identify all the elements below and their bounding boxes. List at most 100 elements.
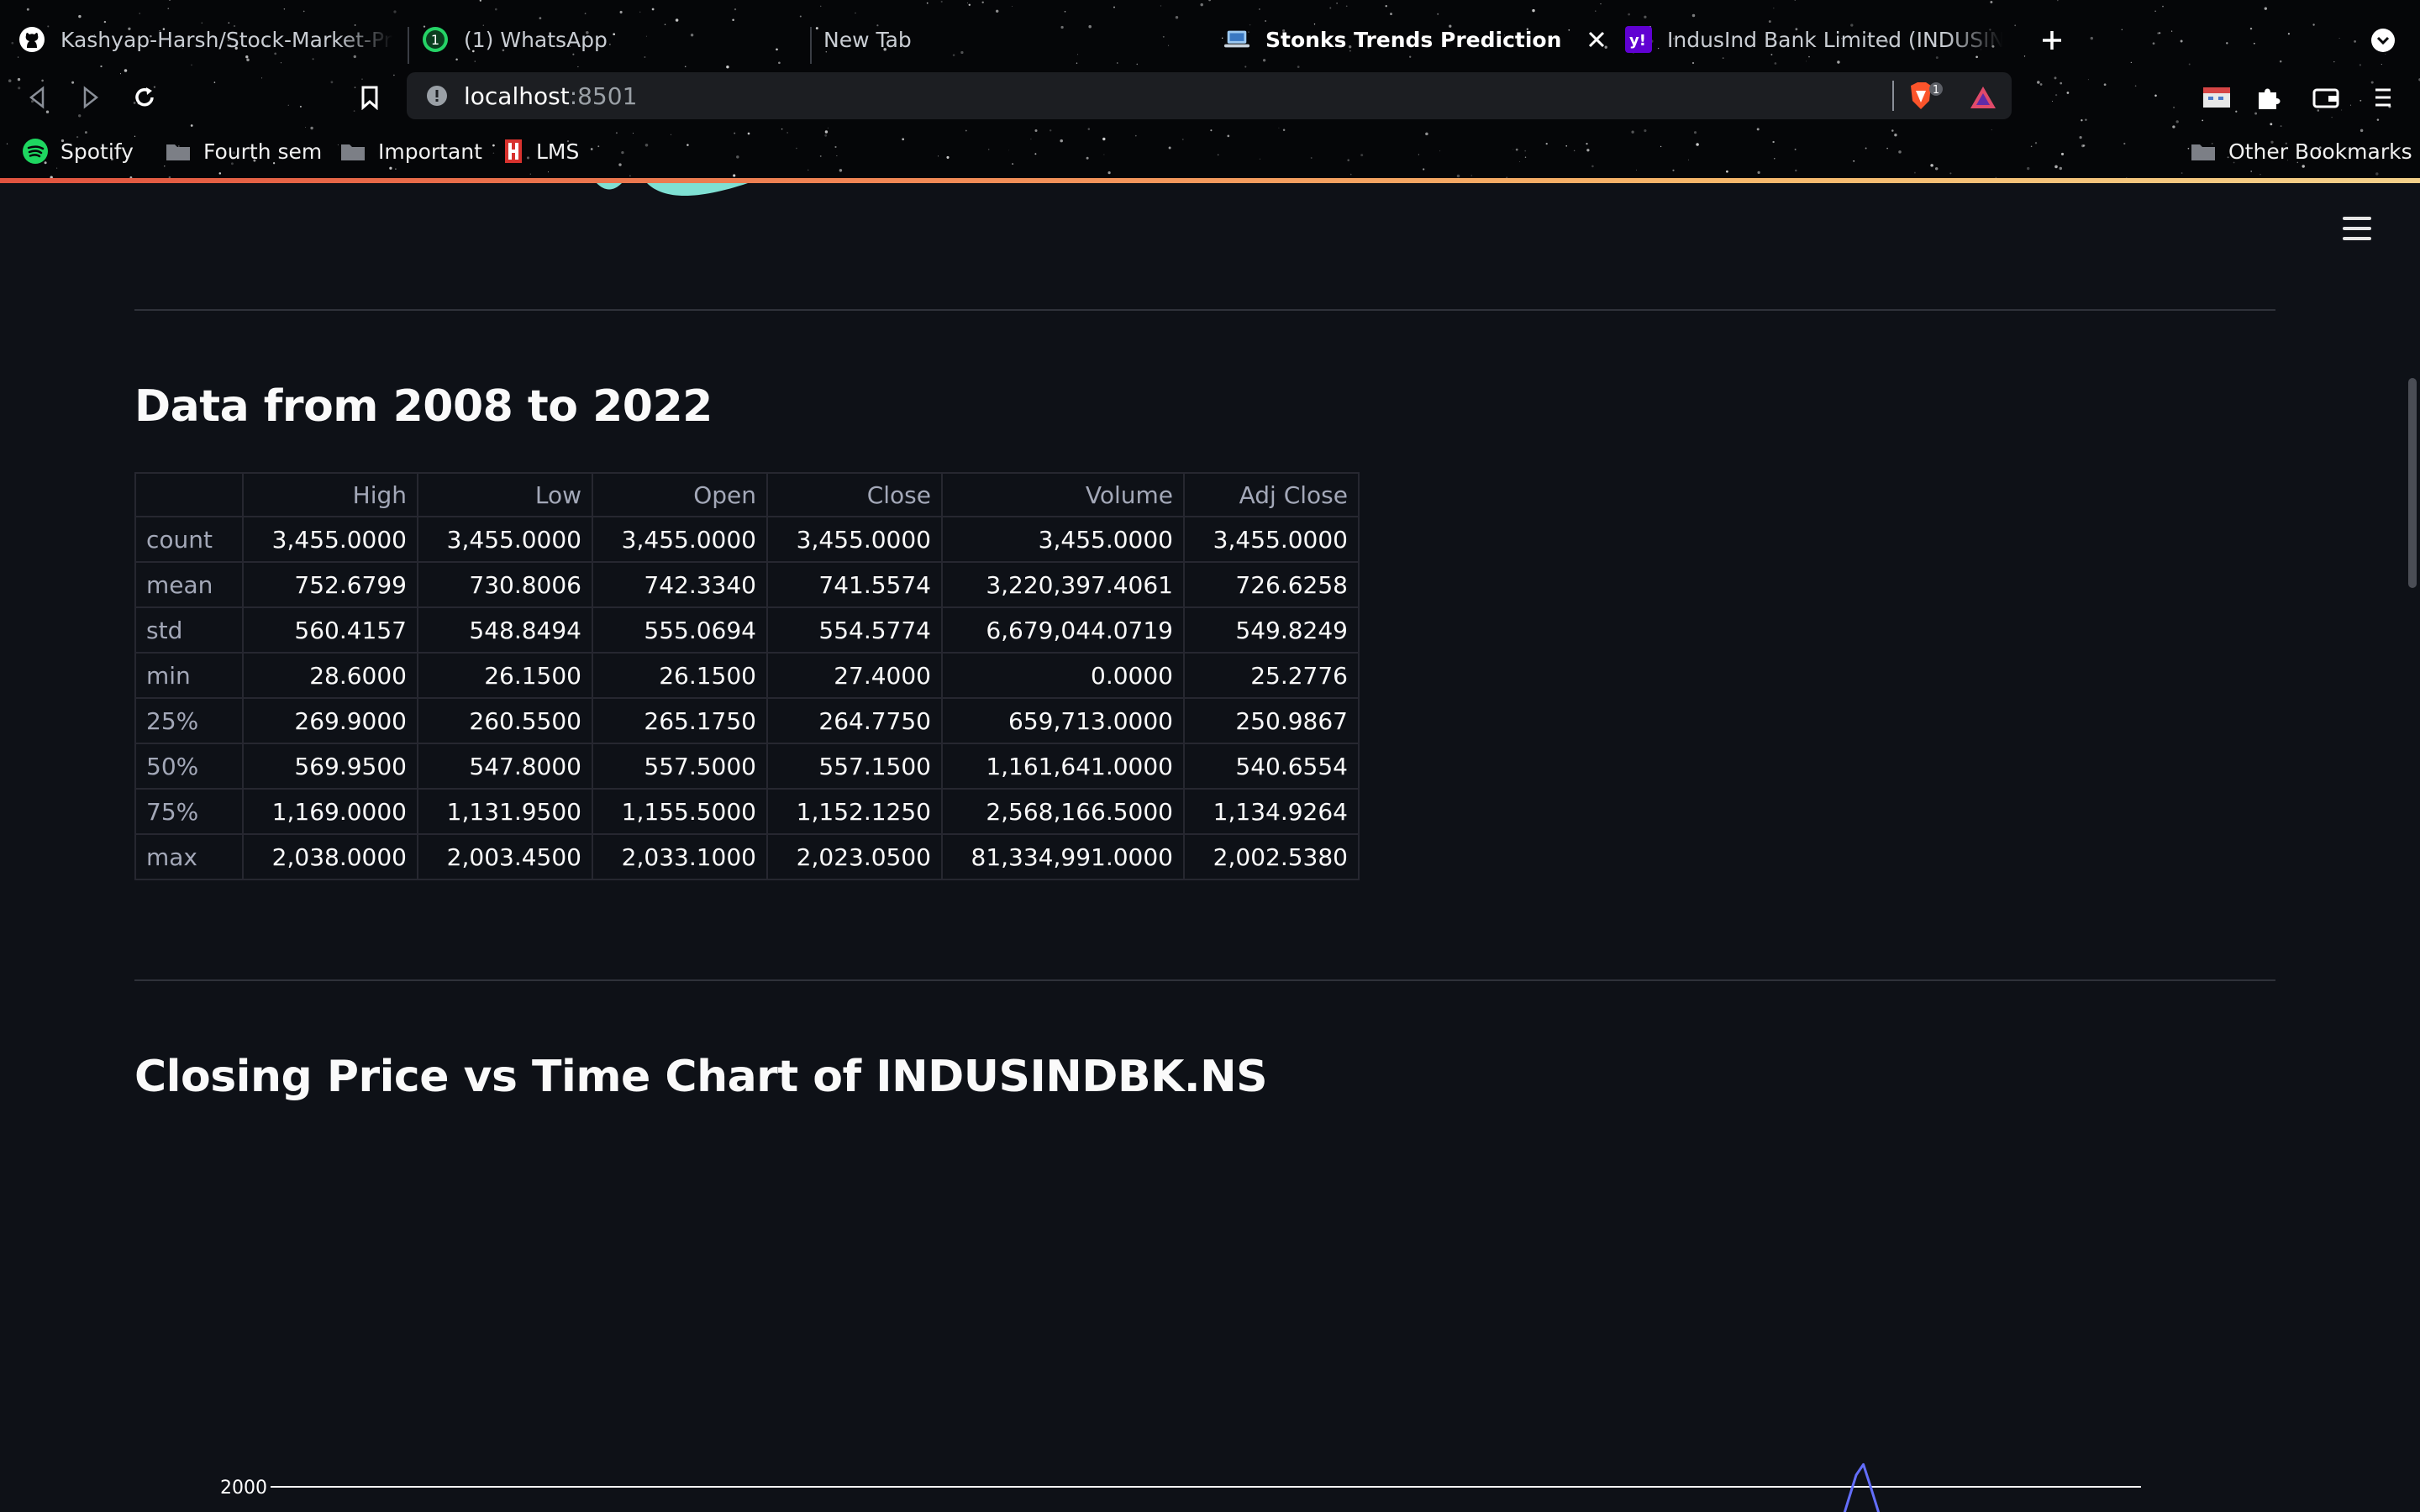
data-heading: Data from 2008 to 2022 [134,381,713,432]
bookmark-fourth-sem[interactable]: Fourth sem [165,134,322,168]
bookmark-label: Important [378,139,482,164]
bookmark-spotify[interactable]: Spotify [22,134,134,168]
bookmark-label: Spotify [60,139,134,164]
table-body: count 3,455.0000 3,455.0000 3,455.0000 3,455… [134,516,1360,880]
address-bar[interactable]: localhost:8501 [407,72,2012,119]
table-cell: 1,134.9264 [1183,788,1360,835]
browser-menu-button[interactable] [2365,79,2402,116]
url-divider [1892,81,1894,111]
extensions-button[interactable] [2250,79,2287,116]
tab-github[interactable]: Kashyap-Harsh/Stock-Market-Pred [18,12,393,67]
close-tab-button[interactable] [1581,12,1612,67]
tab-separator [408,27,409,64]
extension-flag-button[interactable] [2198,79,2235,116]
table-cell: 752.6799 [242,561,418,608]
folder-icon [165,139,192,163]
column-header[interactable]: Volume [941,472,1185,517]
column-header[interactable]: Adj Close [1183,472,1360,517]
tab-indusind-yahoo[interactable]: y! IndusInd Bank Limited (INDUSINDB [1625,12,2003,67]
tab-title: IndusInd Bank Limited (INDUSINDB [1667,27,2003,52]
bookmark-page-button[interactable] [351,79,388,116]
page-scrollbar[interactable] [2408,378,2417,588]
brave-rewards-button[interactable] [1965,79,2002,116]
tab-title: New Tab [823,27,912,52]
row-label: 75% [134,788,244,835]
table-cell: 1,131.9500 [417,788,593,835]
table-cell: 549.8249 [1183,606,1360,654]
reload-icon [135,87,154,107]
brave-shields-button[interactable]: 1 [1907,79,1944,116]
close-icon [1588,31,1605,48]
table-cell: 1,169.0000 [242,788,418,835]
url-text[interactable]: localhost:8501 [464,82,637,110]
back-button[interactable] [18,79,55,116]
table-cell: 547.8000 [417,743,593,790]
row-label: min [134,652,244,699]
row-label: 25% [134,697,244,744]
divider [134,979,2275,981]
laptop-icon [1223,26,1250,53]
table-row: max 2,038.0000 2,003.4500 2,033.1000 2,023.0… [134,833,1360,880]
table-cell: 250.9867 [1183,697,1360,744]
table-cell: 2,002.5380 [1183,833,1360,880]
shield-count: 1 [1933,84,1939,97]
back-arrow-icon [29,86,45,109]
svg-text:y!: y! [1629,32,1646,50]
column-header[interactable]: High [242,472,418,517]
menu-line [2343,217,2371,220]
table-cell: 26.1500 [417,652,593,699]
table-cell: 659,713.0000 [941,697,1185,744]
table-cell: 548.8494 [417,606,593,654]
tab-new-tab[interactable]: New Tab [823,12,1176,67]
table-cell: 730.8006 [417,561,593,608]
column-header[interactable]: Open [592,472,768,517]
table-cell: 2,003.4500 [417,833,593,880]
brave-lion-icon: 1 [1911,82,1943,109]
tab-stonks-active[interactable]: Stonks Trends Prediction [1223,12,1610,67]
table-row: min 28.6000 26.1500 26.1500 27.4000 0.0000 25.… [134,652,1360,699]
lms-icon [502,138,524,165]
divider [134,309,2275,311]
reload-button[interactable] [126,79,163,116]
table-cell: 28.6000 [242,652,418,699]
table-row: count 3,455.0000 3,455.0000 3,455.0000 3,455… [134,516,1360,563]
table-corner-cell [134,472,244,517]
chart-heading: Closing Price vs Time Chart of INDUSINDB… [134,1052,1268,1102]
calendar-extension-icon [2203,87,2230,108]
column-header[interactable]: Close [766,472,943,517]
wallet-button[interactable] [2307,79,2344,116]
bookmark-label: Other Bookmarks [2228,139,2412,164]
bookmark-icon [361,86,378,110]
table-cell: 540.6554 [1183,743,1360,790]
table-row: std 560.4157 548.8494 555.0694 554.5774 6,679… [134,606,1360,654]
plus-icon [2043,31,2061,50]
bookmark-other-bookmarks[interactable]: Other Bookmarks [2190,134,2412,168]
bookmark-lms[interactable]: LMS [502,134,579,168]
table-cell: 726.6258 [1183,561,1360,608]
streamlit-app: Data from 2008 to 2022 High Low Open Close V… [0,183,2420,1512]
new-tab-button[interactable] [2033,22,2070,59]
chevron-down-circle-icon [2371,29,2395,52]
series-line-0[interactable] [1645,1462,2118,1512]
table-cell: 25.2776 [1183,652,1360,699]
closing-price-chart[interactable]: 2000 [0,1250,2420,1512]
puzzle-icon [2259,88,2281,109]
table-cell: 260.5500 [417,697,593,744]
table-cell: 3,455.0000 [242,516,418,563]
bookmark-label: Fourth sem [203,139,323,164]
tab-whatsapp[interactable]: 1 (1) WhatsApp [422,12,792,67]
table-row: mean 752.6799 730.8006 742.3340 741.5574 3,22… [134,561,1360,608]
table-cell: 6,679,044.0719 [941,606,1185,654]
table-cell: 560.4157 [242,606,418,654]
whatsapp-icon: 1 [422,26,449,53]
table-cell: 2,038.0000 [242,833,418,880]
forward-button[interactable] [72,79,109,116]
column-header[interactable]: Low [417,472,593,517]
bookmark-important[interactable]: Important [339,134,482,168]
tab-menu-button[interactable] [2365,22,2402,59]
table-cell: 554.5774 [766,606,943,654]
row-label: mean [134,561,244,608]
app-menu-button[interactable] [2343,217,2371,242]
tab-title: (1) WhatsApp [464,27,608,52]
row-label: count [134,516,244,563]
